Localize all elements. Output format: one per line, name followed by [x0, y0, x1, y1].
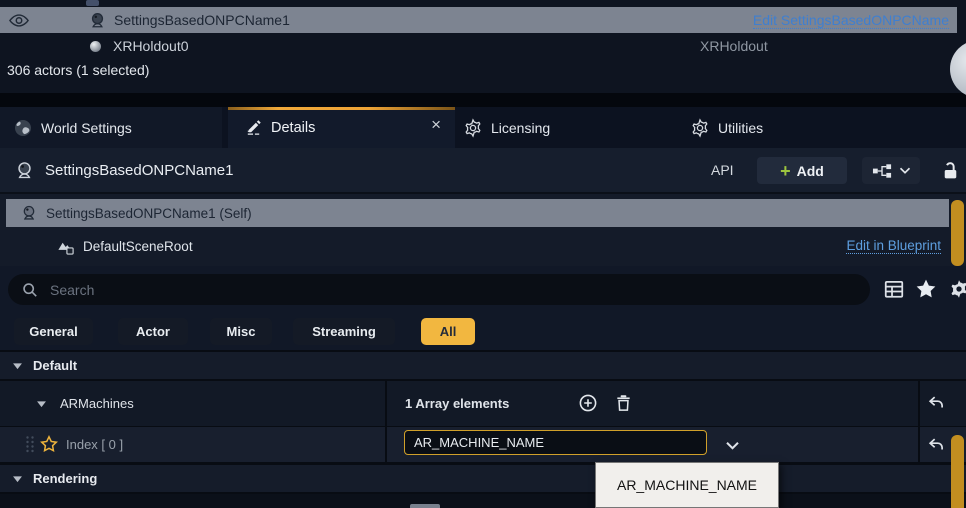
- chevron-down-icon: [899, 166, 911, 175]
- visibility-eye-icon[interactable]: [9, 13, 29, 28]
- filter-general-button[interactable]: General: [14, 318, 93, 345]
- filter-streaming-button[interactable]: Streaming: [293, 318, 395, 345]
- column-divider: [385, 380, 387, 462]
- component-root-label: DefaultSceneRoot: [83, 239, 193, 254]
- api-button[interactable]: API: [711, 162, 734, 178]
- details-pencil-icon: [244, 118, 263, 137]
- section-header-rendering[interactable]: Rendering: [0, 465, 966, 492]
- property-label: Index [ 0 ]: [66, 437, 123, 452]
- chevron-down-icon[interactable]: [725, 440, 740, 451]
- tab-close-icon[interactable]: ×: [431, 116, 441, 133]
- partial-widget-below: [410, 504, 440, 508]
- outliner-actor-name: XRHoldout0: [113, 38, 189, 54]
- edit-in-blueprint-link[interactable]: Edit in Blueprint: [846, 238, 941, 254]
- scrollbar-thumb-components[interactable]: [951, 200, 964, 266]
- filter-misc-button[interactable]: Misc: [210, 318, 272, 345]
- actor-camera-icon: [20, 204, 38, 222]
- search-and-filters: General Actor Misc Streaming All: [0, 266, 966, 352]
- unreal-editor-details-panel: SettingsBasedONPCName1 Edit SettingsBase…: [0, 0, 966, 508]
- collapse-triangle-icon[interactable]: [12, 362, 23, 370]
- column-divider: [918, 380, 920, 462]
- display-grid-icon[interactable]: [883, 278, 905, 305]
- collapse-triangle-icon[interactable]: [12, 475, 23, 483]
- tab-label: Utilities: [718, 120, 763, 136]
- reset-to-default-icon[interactable]: [927, 394, 945, 412]
- add-array-element-icon[interactable]: [578, 393, 598, 413]
- outliner-status-text: 306 actors (1 selected): [7, 62, 149, 78]
- tab-label: Licensing: [491, 120, 550, 136]
- outliner-row-xrholdout[interactable]: XRHoldout0 XRHoldout: [0, 33, 957, 59]
- globe-icon: [13, 118, 33, 138]
- scene-outliner: SettingsBasedONPCName1 Edit SettingsBase…: [0, 0, 966, 93]
- outliner-partial-row-icon: [86, 0, 99, 6]
- add-component-button[interactable]: + Add: [757, 157, 847, 184]
- outliner-row-selected[interactable]: SettingsBasedONPCName1 Edit SettingsBase…: [0, 7, 957, 33]
- property-row-index-0[interactable]: Index [ 0 ]: [0, 427, 966, 462]
- panel-separator: [0, 93, 966, 107]
- filter-all-button[interactable]: All: [421, 318, 475, 345]
- scene-root-icon: [56, 237, 75, 256]
- tab-label: World Settings: [41, 120, 132, 136]
- settings-gear-icon[interactable]: [948, 278, 966, 305]
- search-bar[interactable]: [8, 274, 870, 305]
- outliner-actor-name: SettingsBasedONPCName1: [114, 12, 290, 28]
- outliner-actor-type: XRHoldout: [700, 38, 768, 54]
- collapse-triangle-icon[interactable]: [36, 400, 47, 408]
- details-header: SettingsBasedONPCName1 API + Add: [0, 148, 966, 192]
- gear-icon: [463, 118, 483, 138]
- component-tree: SettingsBasedONPCName1 (Self) DefaultSce…: [0, 194, 966, 266]
- tab-utilities[interactable]: Utilities: [682, 107, 882, 148]
- node-hierarchy-icon: [872, 163, 893, 179]
- trash-icon[interactable]: [614, 393, 633, 413]
- drag-handle-dots-icon[interactable]: [25, 435, 35, 454]
- actor-camera-icon: [14, 160, 35, 181]
- add-label: Add: [797, 163, 824, 179]
- value-tooltip: AR_MACHINE_NAME: [595, 462, 779, 508]
- scrollbar-thumb-properties[interactable]: [951, 435, 964, 508]
- search-icon: [22, 282, 38, 298]
- lock-open-icon[interactable]: [940, 157, 966, 184]
- details-title: SettingsBasedONPCName1: [45, 162, 233, 179]
- tab-bar: World Settings Details × Licensing Utili…: [0, 107, 966, 148]
- array-summary: 1 Array elements: [405, 396, 509, 411]
- index-value-input[interactable]: [404, 430, 707, 455]
- reset-to-default-icon[interactable]: [927, 436, 945, 454]
- section-label: Default: [33, 358, 77, 373]
- edit-actor-type-link[interactable]: Edit SettingsBasedONPCName: [753, 12, 949, 29]
- tab-label: Details: [271, 120, 315, 136]
- search-input[interactable]: [48, 281, 812, 299]
- property-row-armachines[interactable]: ARMachines 1 Array elements: [0, 381, 966, 426]
- component-self-label: SettingsBasedONPCName1 (Self): [46, 206, 252, 221]
- section-label: Rendering: [33, 471, 97, 486]
- gear-icon: [690, 118, 710, 138]
- panel-bottom: [0, 494, 966, 508]
- tooltip-text: AR_MACHINE_NAME: [617, 477, 757, 493]
- section-header-default[interactable]: Default: [0, 352, 966, 379]
- property-label: ARMachines: [60, 396, 134, 411]
- component-row-scene-root[interactable]: DefaultSceneRoot Edit in Blueprint: [6, 232, 949, 260]
- active-tab-accent: [228, 107, 455, 110]
- favorite-star-icon[interactable]: [40, 435, 58, 453]
- component-row-self[interactable]: SettingsBasedONPCName1 (Self): [6, 199, 949, 227]
- actor-camera-icon: [88, 11, 107, 30]
- filter-actor-button[interactable]: Actor: [118, 318, 188, 345]
- blueprint-hierarchy-dropdown-button[interactable]: [862, 157, 920, 184]
- plus-icon: +: [780, 162, 791, 180]
- sphere-actor-icon: [87, 38, 104, 55]
- favorites-star-icon[interactable]: [915, 278, 937, 305]
- tab-details[interactable]: Details ×: [228, 107, 455, 148]
- tab-world-settings[interactable]: World Settings: [0, 107, 222, 148]
- tab-licensing[interactable]: Licensing: [455, 107, 680, 148]
